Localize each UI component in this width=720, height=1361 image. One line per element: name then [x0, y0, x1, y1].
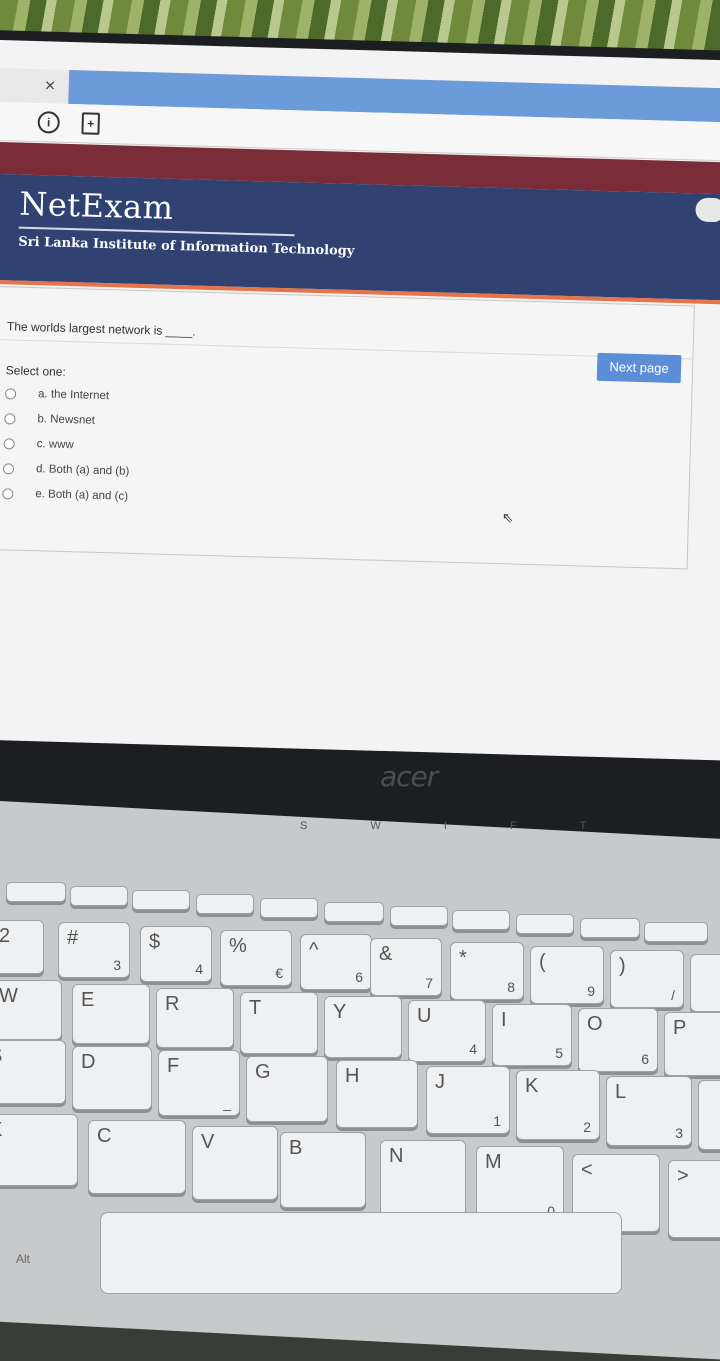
key-semicolon[interactable]	[698, 1080, 720, 1150]
question-text: The worlds largest network is ____.	[6, 319, 196, 339]
key-v[interactable]: V	[192, 1126, 278, 1200]
key-3[interactable]: #3	[58, 922, 130, 978]
key-l[interactable]: L3	[606, 1076, 692, 1146]
key-i[interactable]: I5	[492, 1004, 572, 1066]
f7-key[interactable]	[324, 902, 384, 922]
f2-key[interactable]	[6, 882, 66, 902]
radio-button[interactable]	[2, 462, 15, 475]
key-0[interactable]: ) /	[610, 950, 684, 1008]
option-label[interactable]: d. Both (a) and (b)	[36, 463, 130, 478]
key-p[interactable]: P*	[664, 1012, 720, 1076]
key-t[interactable]: T	[240, 992, 318, 1054]
option-c[interactable]: c. www	[3, 433, 74, 455]
site-logo[interactable]: NetExam	[19, 185, 174, 227]
option-b[interactable]: b. Newsnet	[4, 408, 95, 431]
key-f[interactable]: F _	[158, 1050, 240, 1116]
close-tab-icon[interactable]: ×	[44, 75, 55, 96]
key-u[interactable]: U4	[408, 1000, 486, 1062]
key-o[interactable]: O6	[578, 1008, 658, 1072]
laptop-brand-logo: acer	[380, 760, 438, 793]
key-period[interactable]: >	[668, 1160, 720, 1238]
f9-key[interactable]	[452, 910, 510, 930]
key-c[interactable]: C	[88, 1120, 186, 1194]
f3-key[interactable]	[70, 886, 128, 906]
next-page-button[interactable]: Next page	[596, 352, 682, 384]
f8-key[interactable]	[390, 906, 448, 926]
key-b[interactable]: B	[280, 1132, 366, 1208]
f6-key[interactable]	[260, 898, 318, 918]
key-x[interactable]: X	[0, 1114, 78, 1186]
option-a[interactable]: a. the Internet	[4, 383, 109, 406]
key-9[interactable]: (9	[530, 946, 604, 1004]
f11-key[interactable]	[580, 918, 640, 938]
key-j[interactable]: J1	[426, 1066, 510, 1134]
key-7[interactable]: & 7	[370, 938, 442, 996]
key-n[interactable]: N	[380, 1140, 466, 1216]
radio-button[interactable]	[3, 437, 15, 450]
key-h[interactable]: H	[336, 1060, 418, 1128]
site-header: NetExam Sri Lanka Institute of Informati…	[0, 173, 720, 301]
option-d[interactable]: d. Both (a) and (b)	[2, 458, 130, 482]
user-menu-toggle[interactable]	[695, 197, 720, 223]
f12-key[interactable]	[644, 922, 708, 942]
laptop-screen: × i + NetExam Sri Lanka Institute of Inf…	[0, 40, 720, 761]
key-r[interactable]: R	[156, 988, 234, 1048]
f4-key[interactable]	[132, 890, 190, 910]
key-minus[interactable]	[690, 954, 720, 1012]
option-label[interactable]: c. www	[37, 438, 74, 451]
option-e[interactable]: e. Both (a) and (c)	[2, 483, 128, 507]
radio-button[interactable]	[4, 387, 17, 400]
alt-key[interactable]: Alt	[16, 1252, 30, 1266]
key-y[interactable]: Y	[324, 996, 402, 1058]
f5-key[interactable]	[196, 894, 254, 914]
option-label[interactable]: b. Newsnet	[37, 413, 95, 427]
question-box: The worlds largest network is ____. Sele…	[0, 286, 695, 570]
key-4[interactable]: $4	[140, 926, 212, 982]
option-label[interactable]: e. Both (a) and (c)	[35, 488, 128, 503]
key-6[interactable]: ^ 6	[300, 934, 372, 990]
key-g[interactable]: G	[246, 1056, 328, 1122]
key-2[interactable]: 2	[0, 920, 44, 974]
key-8[interactable]: * 8	[450, 942, 524, 1000]
radio-button[interactable]	[2, 487, 14, 500]
info-icon[interactable]: i	[37, 111, 61, 134]
option-label[interactable]: a. the Internet	[38, 388, 109, 402]
f10-key[interactable]	[516, 914, 574, 934]
key-w[interactable]: W	[0, 980, 62, 1040]
select-one-label: Select one:	[5, 363, 66, 379]
key-5[interactable]: % €	[220, 930, 292, 986]
key-s[interactable]: S	[0, 1040, 66, 1104]
key-d[interactable]: D	[72, 1046, 152, 1110]
mouse-cursor-icon: ⇖	[501, 509, 514, 526]
site-subtitle: Sri Lanka Institute of Information Techn…	[18, 234, 355, 259]
radio-button[interactable]	[4, 412, 16, 425]
hinge-label: S W I F T	[300, 820, 617, 832]
spacebar-key[interactable]	[100, 1212, 622, 1294]
page-icon[interactable]: +	[81, 112, 101, 135]
key-e[interactable]: E	[72, 984, 150, 1044]
question-divider	[0, 339, 693, 360]
key-k[interactable]: K2	[516, 1070, 600, 1140]
